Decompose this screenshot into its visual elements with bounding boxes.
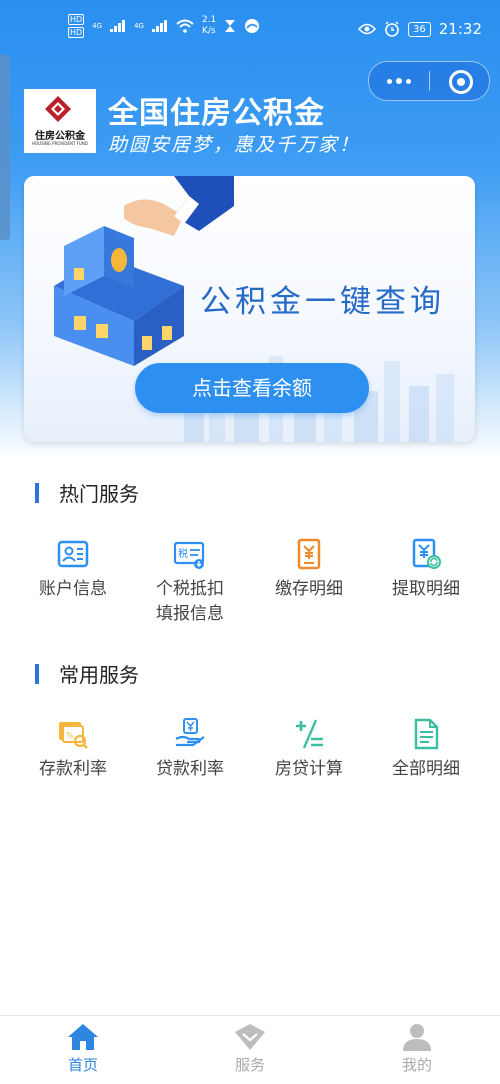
app-slogan: 助圆安居梦，惠及千万家！ (108, 134, 361, 156)
network-type-1: 4G (92, 22, 103, 30)
wifi-icon (176, 19, 194, 33)
capsule-divider (429, 71, 430, 91)
loan-rate-icon (175, 718, 205, 747)
side-handle[interactable] (0, 55, 10, 240)
service-withdraw-detail[interactable]: 提取明细 (366, 537, 486, 602)
alarm-icon (385, 21, 399, 37)
profile-icon (403, 1024, 431, 1051)
home-icon (68, 1024, 98, 1050)
more-menu-icon[interactable] (385, 71, 413, 91)
calculator-icon (296, 719, 323, 749)
tab-profile[interactable]: 我的 (367, 1022, 467, 1075)
bottom-tab-bar: 首页 服务 我的 (0, 1015, 500, 1084)
logo-text: 住房公积金 (35, 131, 85, 142)
hot-services-title: 热门服务 (59, 482, 139, 506)
tab-label: 我的 (401, 1056, 432, 1074)
service-loan-rate[interactable]: 贷款利率 (130, 717, 250, 782)
signal-icon (110, 20, 126, 32)
withdraw-detail-icon (412, 538, 441, 569)
tax-icon: 税 (173, 541, 205, 569)
service-label: 贷款利率 (156, 759, 224, 779)
tab-label: 服务 (234, 1056, 265, 1074)
status-bar: HD HD 4G 4G 2.1 K/s 36 21:32 (0, 0, 500, 62)
svg-text:%: % (66, 731, 74, 740)
hd-badge-1: HD (68, 14, 85, 25)
service-deposit-rate[interactable]: % 存款利率 (13, 717, 133, 782)
section-indicator (35, 663, 39, 684)
service-label: 提取明细 (392, 579, 460, 599)
service-label: 存款利率 (39, 759, 107, 779)
service-icon (235, 1024, 265, 1050)
deposit-rate-icon: % (59, 722, 88, 749)
status-right: 36 21:32 (358, 20, 482, 38)
query-banner[interactable]: 公积金一键查询 点击查看余额 (24, 176, 475, 442)
tab-home[interactable]: 首页 (33, 1022, 133, 1075)
service-label: 账户信息 (39, 579, 107, 599)
hot-services-header: 热门服务 (35, 478, 139, 507)
net-speed-unit: K/s (201, 26, 216, 36)
house-coin-illustration (54, 176, 234, 366)
net-speed: 2.1 K/s (202, 15, 216, 37)
id-card-icon (57, 540, 89, 568)
miniprogram-capsule (368, 61, 490, 101)
section-indicator (35, 482, 39, 503)
service-label: 房贷计算 (275, 759, 343, 779)
tab-label: 首页 (67, 1056, 98, 1074)
service-label: 个税抵扣 填报信息 (156, 579, 224, 624)
service-mortgage-calculator[interactable]: 房贷计算 (249, 717, 369, 782)
logo-emblem-icon (45, 96, 71, 122)
eye-icon (358, 23, 377, 35)
banner-title: 公积金一键查询 (200, 284, 445, 320)
housing-fund-logo: 住房公积金 HOUSING PROVIDENT FUND (24, 89, 96, 153)
common-services-header: 常用服务 (35, 659, 139, 688)
service-tax-deduction[interactable]: 税 个税抵扣 填报信息 (130, 537, 250, 627)
hourglass-icon (225, 20, 236, 32)
service-account-info[interactable]: 账户信息 (13, 537, 133, 602)
signal-icon-2 (151, 20, 167, 32)
view-balance-button[interactable]: 点击查看余额 (135, 363, 369, 413)
service-label: 缴存明细 (275, 579, 343, 599)
logo-subtext: HOUSING PROVIDENT FUND (32, 141, 88, 146)
document-icon (414, 718, 439, 750)
app-notification-icon (245, 19, 260, 33)
close-miniprogram-icon[interactable] (449, 70, 473, 94)
svg-text:税: 税 (178, 547, 188, 560)
clock: 21:32 (438, 20, 482, 38)
hd-indicators: HD HD (68, 14, 85, 38)
service-deposit-detail[interactable]: 缴存明细 (249, 537, 369, 602)
tab-services[interactable]: 服务 (200, 1022, 300, 1075)
service-all-details[interactable]: 全部明细 (366, 717, 486, 782)
status-left: HD HD 4G 4G 2.1 K/s (68, 14, 260, 38)
service-label: 全部明细 (392, 759, 460, 779)
hd-badge-2: HD (68, 27, 85, 38)
net-speed-value: 2.1 (201, 15, 217, 25)
deposit-detail-icon (297, 538, 321, 570)
network-type-2: 4G (134, 22, 144, 30)
battery-indicator: 36 (408, 21, 431, 37)
common-services-title: 常用服务 (59, 663, 139, 687)
app-title: 全国住房公积金 (108, 96, 325, 131)
